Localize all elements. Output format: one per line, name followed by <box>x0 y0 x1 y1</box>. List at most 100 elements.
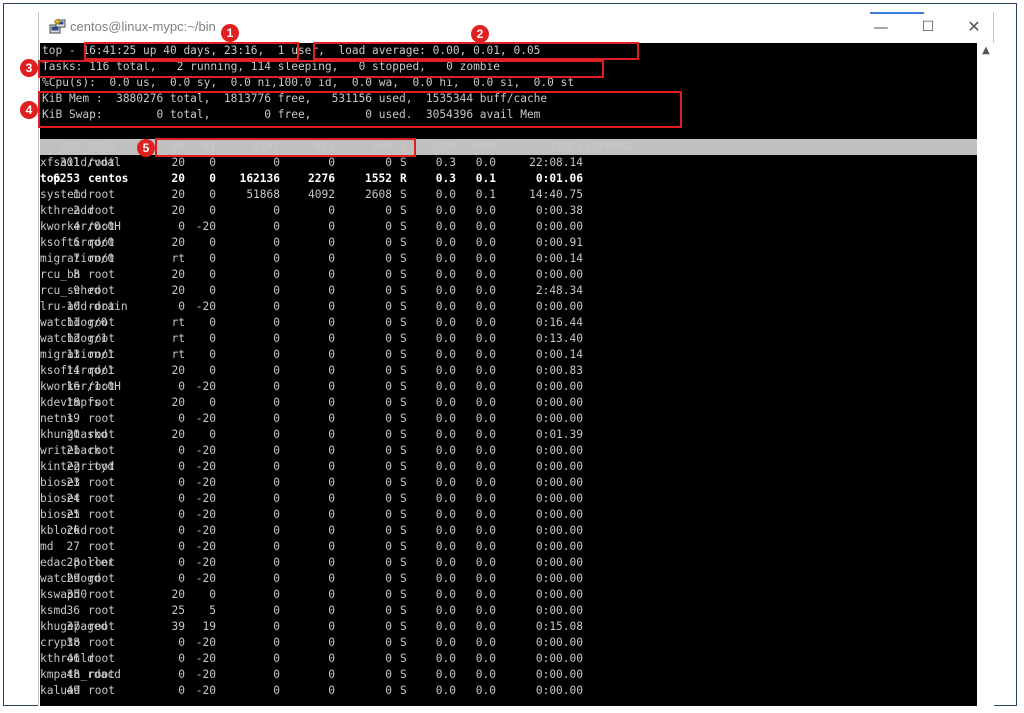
process-virt-cell: 0 <box>273 396 280 409</box>
process-virt-cell: 0 <box>273 460 280 473</box>
annotation-box-columns <box>155 138 416 157</box>
process-nice-cell: 0 <box>209 396 216 409</box>
process-shr-cell: 0 <box>385 524 392 537</box>
process-res-cell: 0 <box>328 412 335 425</box>
process-row: 25 root 0 -20 0 0 0 S 0.0 0.0 0:00.00 bioset <box>40 507 977 523</box>
process-time-cell: 0:00.00 <box>535 508 583 521</box>
process-res-cell: 0 <box>328 156 335 169</box>
process-shr-cell: 0 <box>385 684 392 697</box>
process-shr-cell: 0 <box>385 412 392 425</box>
process-mem-cell: 0.0 <box>475 668 496 681</box>
process-shr-cell: 0 <box>385 652 392 665</box>
window-accent-line <box>870 12 924 14</box>
process-command-cell: watchdog/0 <box>40 316 108 329</box>
process-state-cell: S <box>400 428 407 441</box>
process-nice-cell: 0 <box>209 284 216 297</box>
process-user-cell: root <box>88 204 115 217</box>
process-cpu-cell: 0.0 <box>435 300 456 313</box>
process-shr-cell: 0 <box>385 396 392 409</box>
process-shr-cell: 0 <box>385 604 392 617</box>
process-command-cell: khugepaged <box>40 620 108 633</box>
process-virt-cell: 0 <box>273 604 280 617</box>
process-command-cell: edac-poller <box>40 556 115 569</box>
process-priority-cell: 25 <box>171 604 185 617</box>
process-nice-cell: -20 <box>195 556 216 569</box>
process-state-cell: S <box>400 156 407 169</box>
process-state-cell: S <box>400 316 407 329</box>
process-nice-cell: -20 <box>195 540 216 553</box>
process-shr-cell: 0 <box>385 332 392 345</box>
process-cpu-cell: 0.0 <box>435 604 456 617</box>
process-priority-cell: 0 <box>178 572 185 585</box>
process-virt-cell: 0 <box>273 668 280 681</box>
process-cpu-cell: 0.0 <box>435 620 456 633</box>
process-row: 48 root 0 -20 0 0 0 S 0.0 0.0 0:00.00 kmpath_rdacd <box>40 667 977 683</box>
close-button[interactable]: ✕ <box>951 12 997 42</box>
process-priority-cell: 0 <box>178 444 185 457</box>
process-row: 2 root 20 0 0 0 0 S 0.0 0.0 0:00.38 kthreadd <box>40 203 977 219</box>
process-mem-cell: 0.0 <box>475 380 496 393</box>
process-shr-cell: 0 <box>385 252 392 265</box>
process-command-cell: systemd <box>40 188 88 201</box>
process-shr-cell: 0 <box>385 444 392 457</box>
process-row: 10 root 0 -20 0 0 0 S 0.0 0.0 0:00.00 lru-add-drain <box>40 299 977 315</box>
process-state-cell: S <box>400 492 407 505</box>
process-command-cell: khungtaskd <box>40 428 108 441</box>
process-time-cell: 0:00.00 <box>535 300 583 313</box>
process-state-cell: S <box>400 668 407 681</box>
process-priority-cell: 20 <box>171 364 185 377</box>
process-priority-cell: 20 <box>171 268 185 281</box>
process-priority-cell: 0 <box>178 524 185 537</box>
process-list: 301 root 20 0 0 0 0 S 0.3 0.0 22:08.14 xfsaild/vdal… <box>40 155 977 699</box>
annotation-badge-3: 3 <box>20 59 38 77</box>
process-time-cell: 0:00.14 <box>535 348 583 361</box>
process-res-cell: 0 <box>328 396 335 409</box>
process-priority-cell: rt <box>171 316 185 329</box>
process-priority-cell: 0 <box>178 476 185 489</box>
process-virt-cell: 0 <box>273 220 280 233</box>
process-priority-cell: 0 <box>178 412 185 425</box>
process-shr-cell: 1552 <box>365 172 392 185</box>
process-row: 38 root 0 -20 0 0 0 S 0.0 0.0 0:00.00 crypto <box>40 635 977 651</box>
process-virt-cell: 0 <box>273 620 280 633</box>
process-mem-cell: 0.0 <box>475 588 496 601</box>
process-virt-cell: 0 <box>273 572 280 585</box>
process-priority-cell: 0 <box>178 380 185 393</box>
minimize-button[interactable]: — <box>858 12 904 42</box>
scroll-up-icon[interactable]: ▲ <box>978 43 994 59</box>
process-cpu-cell: 0.0 <box>435 284 456 297</box>
maximize-button[interactable]: ☐ <box>905 12 951 42</box>
process-cpu-cell: 0.0 <box>435 204 456 217</box>
process-row: 9 root 20 0 0 0 0 S 0.0 0.0 2:48.34 rcu_sched <box>40 283 977 299</box>
vertical-scrollbar[interactable]: ▲ <box>978 43 994 706</box>
process-state-cell: S <box>400 268 407 281</box>
process-priority-cell: 0 <box>178 508 185 521</box>
process-command-cell: bioset <box>40 492 81 505</box>
process-nice-cell: -20 <box>195 492 216 505</box>
process-nice-cell: -20 <box>195 444 216 457</box>
process-virt-cell: 0 <box>273 588 280 601</box>
process-res-cell: 0 <box>328 684 335 697</box>
col-time-header: TIME+ <box>549 140 583 153</box>
process-nice-cell: -20 <box>195 668 216 681</box>
process-user-cell: root <box>88 492 115 505</box>
process-time-cell: 0:00.00 <box>535 572 583 585</box>
process-time-cell: 22:08.14 <box>529 156 583 169</box>
process-command-cell: bioset <box>40 508 81 521</box>
process-cpu-cell: 0.0 <box>435 668 456 681</box>
annotation-box-uptime <box>84 42 299 60</box>
process-state-cell: S <box>400 476 407 489</box>
process-time-cell: 0:00.00 <box>535 396 583 409</box>
process-state-cell: S <box>400 236 407 249</box>
process-mem-cell: 0.0 <box>475 652 496 665</box>
process-row: 14 root 20 0 0 0 0 S 0.0 0.0 0:00.83 ksoftirqd/1 <box>40 363 977 379</box>
title-bar[interactable]: centos@linux-mypc:~/bin — ☐ ✕ <box>39 12 993 42</box>
process-user-cell: root <box>88 508 115 521</box>
process-priority-cell: 0 <box>178 492 185 505</box>
process-command-cell: ksmd <box>40 604 67 617</box>
process-virt-cell: 162136 <box>239 172 280 185</box>
process-nice-cell: -20 <box>195 220 216 233</box>
col-mem-header: %MEM <box>469 140 496 153</box>
process-state-cell: S <box>400 620 407 633</box>
process-mem-cell: 0.0 <box>475 636 496 649</box>
